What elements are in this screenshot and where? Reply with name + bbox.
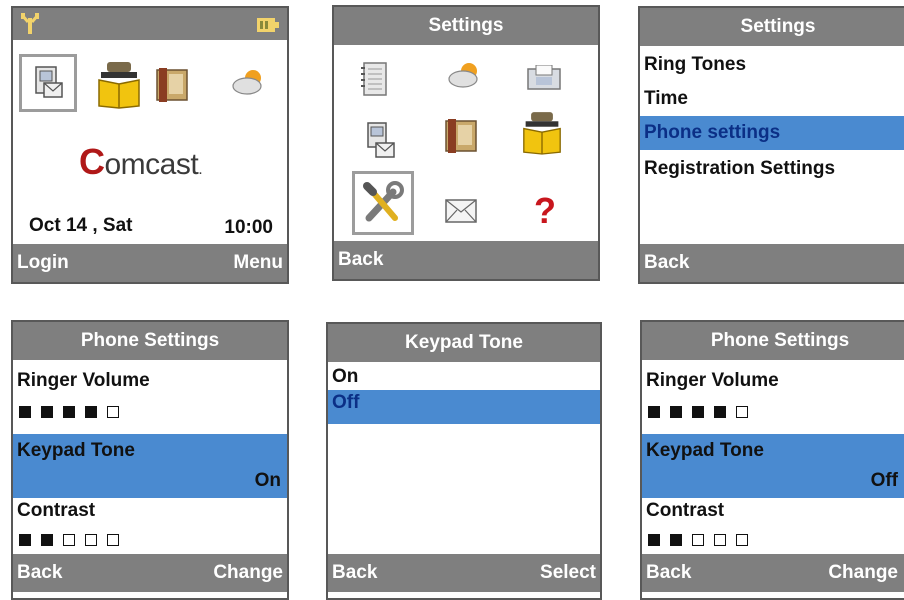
level-square — [692, 406, 704, 418]
keypad-tone-screen: Keypad Tone On Off Back Select — [326, 322, 602, 600]
ringer-volume-label[interactable]: Ringer Volume — [13, 364, 287, 398]
level-square — [670, 406, 682, 418]
address-book-icon — [35, 66, 63, 98]
address-book-icon[interactable] — [364, 121, 400, 161]
selected-icon-frame[interactable] — [19, 54, 77, 112]
softkey-bar: Login Menu — [13, 244, 287, 282]
menu-item-registration-settings[interactable]: Registration Settings — [640, 152, 904, 186]
notebook-icon[interactable] — [360, 61, 388, 97]
menu-item-phone-settings[interactable]: Phone settings — [640, 116, 904, 150]
level-square — [714, 534, 726, 546]
softkey-bar: Back Change — [13, 554, 287, 592]
back-softkey[interactable]: Back — [646, 554, 691, 592]
level-square — [63, 406, 75, 418]
contrast-label[interactable]: Contrast — [642, 494, 904, 528]
level-square — [19, 406, 31, 418]
level-square — [19, 534, 31, 546]
level-square — [63, 534, 75, 546]
signal-icon — [20, 13, 40, 34]
level-square — [648, 406, 660, 418]
back-softkey[interactable]: Back — [332, 554, 377, 592]
help-icon[interactable]: ? — [532, 191, 558, 229]
ringer-volume-label[interactable]: Ringer Volume — [642, 364, 904, 398]
level-square — [648, 534, 660, 546]
phone-settings-screen-updated: Phone Settings Ringer Volume Keypad Tone… — [640, 320, 904, 600]
menu-screen: Settings ? Back — [332, 5, 600, 281]
select-softkey[interactable]: Select — [540, 554, 596, 592]
contrast-meter — [19, 534, 119, 548]
back-softkey[interactable]: Back — [338, 241, 383, 279]
option-on[interactable]: On — [328, 364, 600, 390]
level-square — [41, 406, 53, 418]
fax-icon[interactable] — [526, 65, 562, 93]
back-softkey[interactable]: Back — [644, 244, 689, 282]
phone-settings-screen: Phone Settings Ringer Volume Keypad Tone… — [11, 320, 289, 600]
menu-item-time[interactable]: Time — [640, 82, 904, 116]
level-square — [107, 406, 119, 418]
level-square — [736, 406, 748, 418]
change-softkey[interactable]: Change — [213, 554, 283, 592]
settings-tools-icon — [363, 181, 404, 222]
menu-item-ring-tones[interactable]: Ring Tones — [640, 48, 904, 82]
level-square — [41, 534, 53, 546]
level-square — [692, 534, 704, 546]
notes-icon[interactable] — [442, 117, 482, 157]
keypad-tone-label: Keypad Tone — [17, 440, 135, 461]
contrast-meter — [648, 534, 748, 548]
settings-list-screen: Settings Ring Tones Time Phone settings … — [638, 6, 904, 284]
keypad-tone-value: Off — [870, 470, 898, 491]
battery-icon — [257, 18, 279, 32]
phone-settings-title: Phone Settings — [642, 322, 904, 360]
menu-softkey[interactable]: Menu — [233, 244, 283, 282]
time-label: 10:00 — [224, 217, 273, 238]
keypad-tone-label: Keypad Tone — [646, 440, 764, 461]
level-square — [670, 534, 682, 546]
svg-text:?: ? — [534, 191, 556, 229]
settings-title: Settings — [640, 8, 904, 46]
level-square — [714, 406, 726, 418]
keypad-tone-title: Keypad Tone — [328, 324, 600, 362]
softkey-bar: Back — [640, 244, 904, 282]
softkey-bar: Back — [334, 241, 598, 279]
menu-title: Settings — [334, 7, 598, 45]
contrast-label[interactable]: Contrast — [13, 494, 287, 528]
back-softkey[interactable]: Back — [17, 554, 62, 592]
keypad-tone-row[interactable]: Keypad Tone On — [13, 434, 287, 498]
option-off[interactable]: Off — [328, 390, 600, 424]
level-square — [85, 534, 97, 546]
level-square — [85, 406, 97, 418]
keypad-tone-value: On — [254, 470, 281, 491]
level-square — [736, 534, 748, 546]
softkey-bar: Back Select — [328, 554, 600, 592]
level-square — [107, 534, 119, 546]
selected-icon-frame[interactable] — [352, 171, 414, 235]
status-bar — [13, 8, 287, 40]
phone-settings-title: Phone Settings — [13, 322, 287, 360]
mail-icon[interactable] — [445, 199, 477, 223]
change-softkey[interactable]: Change — [828, 554, 898, 592]
weather-icon[interactable] — [229, 68, 269, 98]
notes-icon[interactable] — [153, 66, 193, 106]
ringer-volume-meter — [648, 406, 748, 420]
login-softkey[interactable]: Login — [17, 244, 69, 282]
weather-icon[interactable] — [445, 61, 485, 91]
softkey-bar: Back Change — [642, 554, 904, 592]
idle-screen: Comcast. comcast Oct 14 , Sat 10:00 Logi… — [11, 6, 289, 284]
phonebook-icon[interactable] — [522, 111, 562, 157]
ringer-volume-meter — [19, 406, 119, 420]
phonebook-icon[interactable] — [97, 62, 141, 110]
date-label: Oct 14 , Sat — [29, 215, 133, 236]
keypad-tone-row[interactable]: Keypad Tone Off — [642, 434, 904, 498]
comcast-logo: Comcast. — [79, 141, 203, 182]
